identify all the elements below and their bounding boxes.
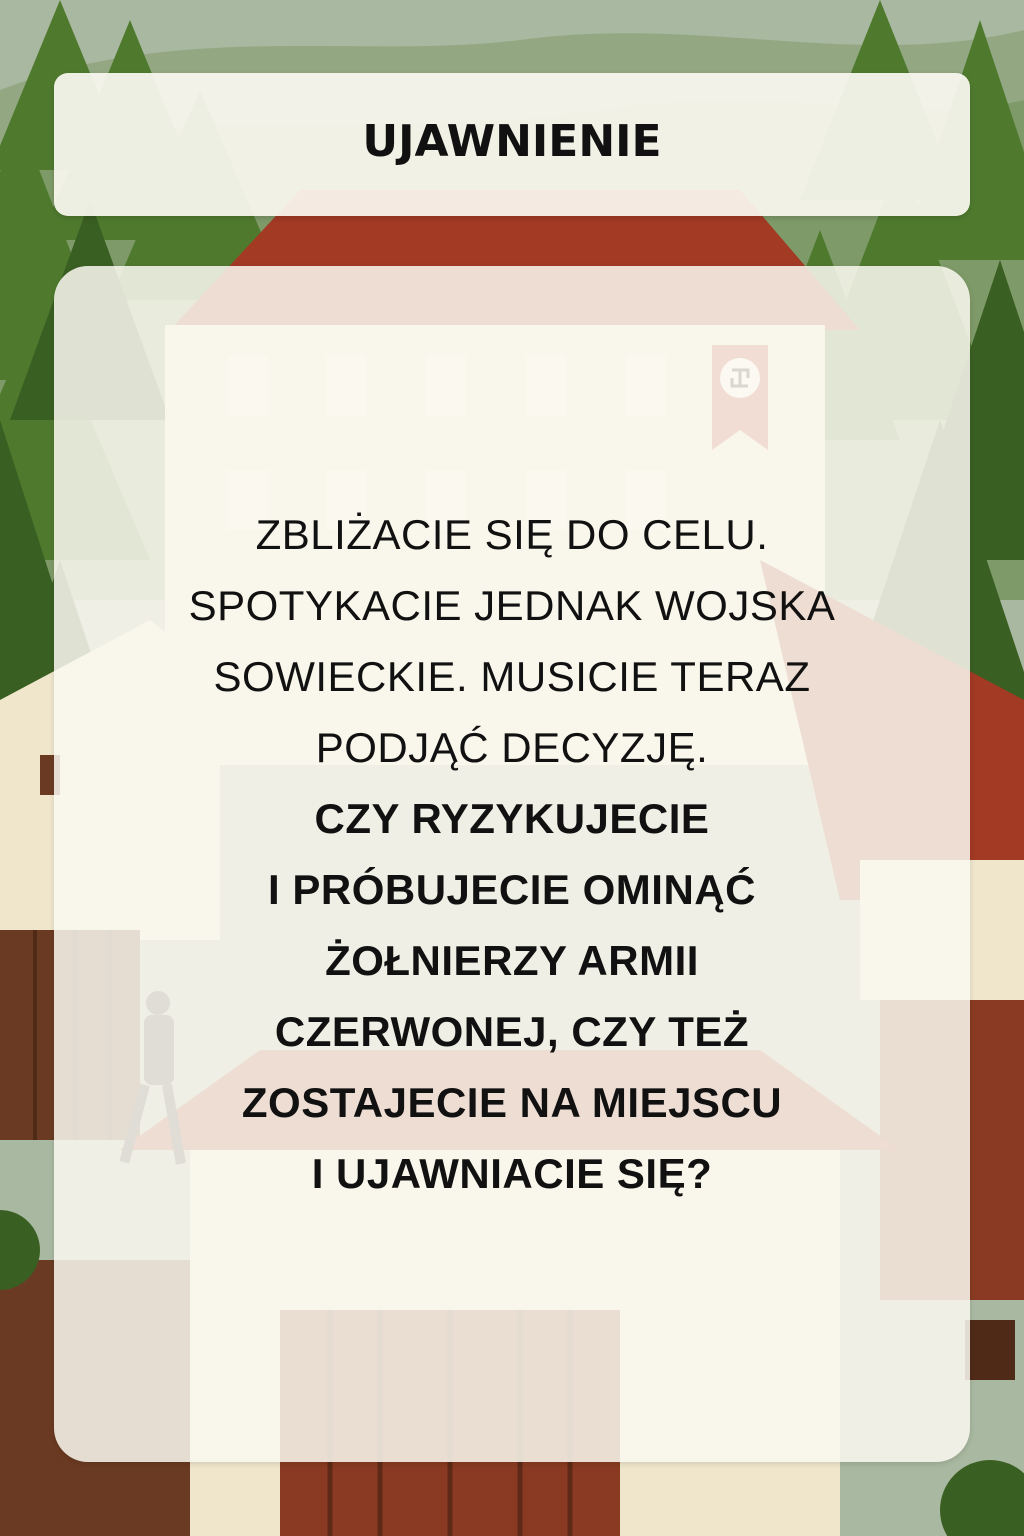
question-line: CZERWONEJ, CZY TEŻ (274, 1008, 750, 1055)
card-title: UJAWNIENIE (362, 116, 662, 167)
question-line: I PRÓBUJECIE OMINĄĆ (268, 866, 756, 913)
question-line: ZOSTAJECIE NA MIEJSCU (241, 1079, 783, 1126)
narrative-line: SPOTYKACIE JEDNAK WOJSKA (188, 582, 836, 629)
title-card: UJAWNIENIE (54, 73, 970, 216)
question-line: I UJAWNIACIE SIĘ? (311, 1150, 713, 1197)
narrative-line: SOWIECKIE. MUSICIE TERAZ (213, 653, 811, 700)
narrative-line: ZBLIŻACIE SIĘ DO CELU. (255, 511, 769, 558)
narrative-line: PODJĄĆ DECYZJĘ. (315, 724, 709, 771)
question-line: CZY RYZYKUJECIE (314, 795, 710, 842)
question-line: ŻOŁNIERZY ARMII (325, 937, 699, 984)
story-text: ZBLIŻACIE SIĘ DO CELU. SPOTYKACIE JEDNAK… (0, 499, 1024, 1209)
